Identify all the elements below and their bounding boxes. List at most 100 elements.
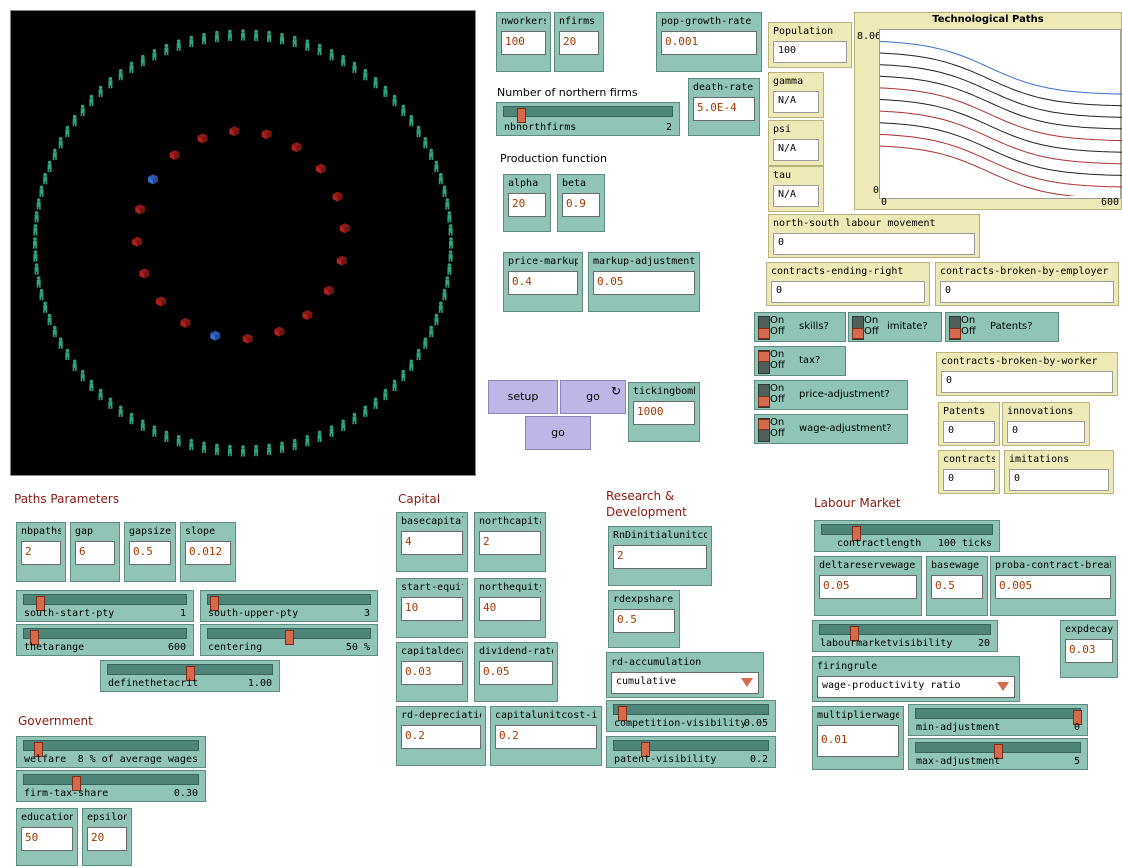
south-upper-pty-slider[interactable]: south-upper-pty 3 <box>200 590 378 622</box>
pop-growth-rate-input[interactable]: pop-growth-rate 0.001 <box>656 12 762 72</box>
gapsize-input[interactable]: gapsize 0.5 <box>124 522 176 582</box>
education-value[interactable]: 50 <box>21 827 73 851</box>
imitate-switch[interactable]: On Off imitate? <box>848 312 942 342</box>
capitaldecay-value[interactable]: 0.03 <box>401 661 463 685</box>
nbpaths-input[interactable]: nbpaths 2 <box>16 522 66 582</box>
slope-value[interactable]: 0.012 <box>185 541 231 565</box>
firingrule-select[interactable]: wage-productivity ratio <box>817 676 1015 698</box>
go-once-button[interactable]: go <box>525 416 591 450</box>
northequity-value[interactable]: 40 <box>479 597 541 621</box>
deltareservewage-value[interactable]: 0.05 <box>819 575 917 599</box>
rdexpshare-input[interactable]: rdexpshare 0.5 <box>608 590 680 648</box>
start-equity-input[interactable]: start-equity 10 <box>396 578 468 638</box>
tickingbomb-value[interactable]: 1000 <box>633 401 695 425</box>
gapsize-value[interactable]: 0.5 <box>129 541 171 565</box>
dividend-rate-input[interactable]: dividend-rate 0.05 <box>474 642 558 702</box>
death-rate-value[interactable]: 5.0E-4 <box>693 97 755 121</box>
deltareservewage-input[interactable]: deltareservewage 0.05 <box>814 556 922 616</box>
price-markup-value[interactable]: 0.4 <box>508 271 578 295</box>
labourmarketvisibility-slider[interactable]: labourmarketvisibility 20 <box>812 620 998 652</box>
firm-tax-share-slider[interactable]: firm-tax-share 0.30 <box>16 770 206 802</box>
tax-switch[interactable]: On Off tax? <box>754 346 846 376</box>
multiplierwage-value[interactable]: 0.01 <box>817 725 899 757</box>
min-adjustment-slider[interactable]: min-adjustment 0 <box>908 704 1088 736</box>
nbnorthfirms-thumb[interactable] <box>516 108 526 123</box>
dividend-rate-value[interactable]: 0.05 <box>479 661 553 685</box>
setup-button[interactable]: setup <box>488 380 558 414</box>
rd-depreciation-value[interactable]: 0.2 <box>401 725 481 749</box>
rndinitialunitcost-input[interactable]: RnDinitialunitcost 2 <box>608 526 712 586</box>
gap-input[interactable]: gap 6 <box>70 522 120 582</box>
skills-switch[interactable]: On Off skills? <box>754 312 846 342</box>
welfare-slider[interactable]: welfare 8 % of average wages <box>16 736 206 768</box>
nbpaths-value[interactable]: 2 <box>21 541 61 565</box>
pop-growth-rate-value[interactable]: 0.001 <box>661 31 757 55</box>
tau-value: N/A <box>773 185 819 207</box>
nfirms-input[interactable]: nfirms 20 <box>554 12 604 72</box>
tax-label: tax? <box>799 355 821 366</box>
rd-accumulation-select[interactable]: cumulative <box>611 672 759 694</box>
start-equity-value[interactable]: 10 <box>401 597 463 621</box>
education-input[interactable]: education 50 <box>16 808 78 866</box>
world-view[interactable] <box>10 10 476 476</box>
nworkers-value[interactable]: 100 <box>501 31 546 55</box>
alpha-input[interactable]: alpha 20 <box>503 174 551 232</box>
south-firm-agent <box>135 204 146 215</box>
tickingbomb-input[interactable]: tickingbomb 1000 <box>628 382 700 442</box>
northequity-input[interactable]: northequity 40 <box>474 578 546 638</box>
patent-visibility-slider[interactable]: patent-visibility 0.2 <box>606 736 776 768</box>
markup-adjustment-input[interactable]: markup-adjustment 0.05 <box>588 252 700 312</box>
nbnorthfirms-slider[interactable]: nbnorthfirms 2 <box>496 102 680 136</box>
proba-contract-break-input[interactable]: proba-contract-break 0.005 <box>990 556 1116 616</box>
capitalunitcost-init-input[interactable]: capitalunitcost-init 0.2 <box>490 706 602 766</box>
expdecay-value[interactable]: 0.03 <box>1065 639 1113 663</box>
north-firm-agent <box>148 174 159 185</box>
expdecay-label: expdecay <box>1065 624 1113 635</box>
basewage-input[interactable]: basewage 0.5 <box>926 556 988 616</box>
epsilon-value[interactable]: 20 <box>87 827 127 851</box>
nfirms-value[interactable]: 20 <box>559 31 599 55</box>
south-start-pty-slider[interactable]: south-start-pty 1 <box>16 590 194 622</box>
slope-input[interactable]: slope 0.012 <box>180 522 236 582</box>
worker-agent <box>363 68 368 81</box>
nworkers-input[interactable]: nworkers 100 <box>496 12 551 72</box>
basecapital-value[interactable]: 4 <box>401 531 463 555</box>
go-forever-button[interactable]: go ↻ <box>560 380 626 414</box>
price-markup-input[interactable]: price-markup 0.4 <box>503 252 583 312</box>
basecapital-input[interactable]: basecapital 4 <box>396 512 468 572</box>
max-adjustment-slider[interactable]: max-adjustment 5 <box>908 738 1088 770</box>
expdecay-input[interactable]: expdecay 0.03 <box>1060 620 1118 678</box>
proba-contract-break-value[interactable]: 0.005 <box>995 575 1111 599</box>
definethetacrit-slider[interactable]: definethetacrit 1.00 <box>100 660 280 692</box>
worker-agent <box>434 160 439 172</box>
rdexpshare-value[interactable]: 0.5 <box>613 609 675 633</box>
wage-adjustment-switch[interactable]: On Off wage-adjustment? <box>754 414 908 444</box>
worker-agent <box>241 445 245 457</box>
gap-value[interactable]: 6 <box>75 541 115 565</box>
contractlength-slider[interactable]: contractlength 100 ticks <box>814 520 1000 552</box>
northcapital-value[interactable]: 2 <box>479 531 541 555</box>
patents-switch[interactable]: On Off Patents? <box>945 312 1059 342</box>
multiplierwage-input[interactable]: multiplierwage 0.01 <box>812 706 904 770</box>
rndinitialunitcost-value[interactable]: 2 <box>613 545 707 569</box>
rd-accumulation-chooser[interactable]: rd-accumulation cumulative <box>606 652 764 698</box>
alpha-value[interactable]: 20 <box>508 193 546 217</box>
rd-depreciation-input[interactable]: rd-depreciation 0.2 <box>396 706 486 766</box>
beta-input[interactable]: beta 0.9 <box>557 174 605 232</box>
death-rate-input[interactable]: death-rate 5.0E-4 <box>688 78 760 136</box>
firingrule-chooser[interactable]: firingrule wage-productivity ratio <box>812 656 1020 702</box>
price-adjustment-switch[interactable]: On Off price-adjustment? <box>754 380 908 410</box>
centering-slider[interactable]: centering 50 % <box>200 624 378 656</box>
northcapital-input[interactable]: northcapital 2 <box>474 512 546 572</box>
basewage-value[interactable]: 0.5 <box>931 575 983 599</box>
capitalunitcost-init-value[interactable]: 0.2 <box>495 725 597 749</box>
patents-monitor: Patents 0 <box>938 402 1000 446</box>
centering-thumb[interactable] <box>285 630 294 645</box>
thetarange-slider[interactable]: thetarange 600 <box>16 624 194 656</box>
epsilon-input[interactable]: epsilon 20 <box>82 808 132 866</box>
capitaldecay-input[interactable]: capitaldecay 0.03 <box>396 642 468 702</box>
markup-adjustment-value[interactable]: 0.05 <box>593 271 695 295</box>
beta-value[interactable]: 0.9 <box>562 193 600 217</box>
competition-visibility-slider[interactable]: competition-visibility 0.05 <box>606 700 776 732</box>
skills-label: skills? <box>799 321 829 332</box>
